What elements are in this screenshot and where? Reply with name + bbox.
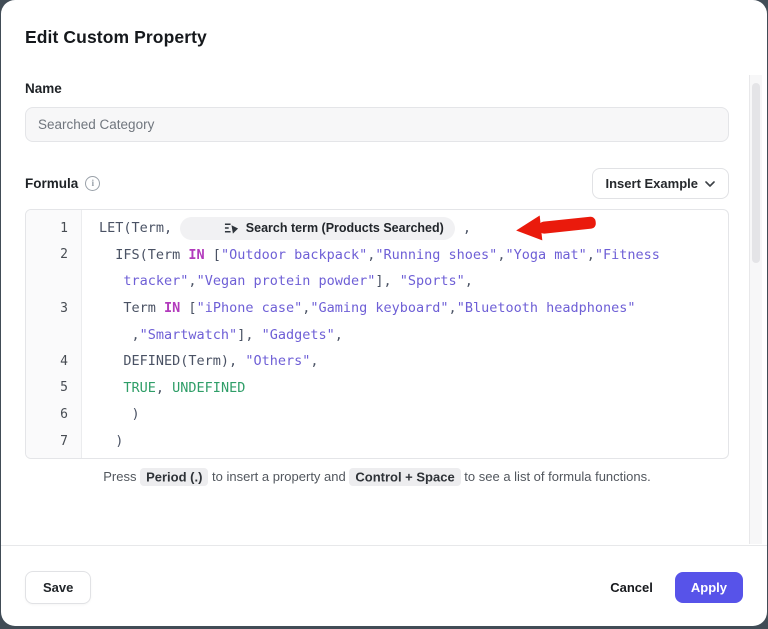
line-number: 6 — [26, 407, 82, 422]
line-number: 2 — [26, 247, 82, 262]
line-number: 7 — [26, 434, 82, 449]
cancel-button[interactable]: Cancel — [610, 580, 653, 595]
page-title: Edit Custom Property — [1, 0, 767, 48]
code-line: 2 IFS(Term IN ["Outdoor backpack","Runni… — [26, 242, 728, 269]
insert-example-button[interactable]: Insert Example — [592, 168, 730, 199]
edit-custom-property-modal: Edit Custom Property Name Formula i Inse… — [1, 0, 767, 626]
property-token-label: Search term (Products Searched) — [246, 221, 444, 235]
line-number: 1 — [26, 221, 82, 236]
formula-editor[interactable]: 1LET(Term, Search term (Products Searche… — [25, 209, 729, 459]
scrollbar-track[interactable] — [749, 75, 762, 544]
line-number: 5 — [26, 380, 82, 395]
scrollbar-thumb[interactable] — [752, 83, 760, 263]
property-token-icon — [191, 221, 239, 235]
insert-example-label: Insert Example — [606, 176, 699, 191]
formula-help-text: Press Period (.) to insert a property an… — [25, 469, 729, 484]
formula-editor-rows: 1LET(Term, Search term (Products Searche… — [26, 210, 728, 459]
apply-button[interactable]: Apply — [675, 572, 743, 603]
code-line: tracker","Vegan protein powder"], "Sport… — [26, 268, 728, 295]
line-number: 3 — [26, 301, 82, 316]
code-line: 1LET(Term, Search term (Products Searche… — [26, 215, 728, 242]
formula-label: Formula — [25, 176, 78, 191]
code-line: 7 ) — [26, 428, 728, 455]
modal-footer: Save Cancel Apply — [25, 571, 743, 604]
info-circle-icon[interactable]: i — [85, 176, 100, 191]
code-line: ,"Smartwatch"], "Gadgets", — [26, 321, 728, 348]
property-token[interactable]: Search term (Products Searched) — [180, 217, 455, 240]
code-line: 5 TRUE, UNDEFINED — [26, 375, 728, 402]
help-text-fragment: Press — [103, 469, 140, 484]
footer-divider — [1, 545, 767, 546]
name-label: Name — [25, 81, 727, 96]
code-line: 6 ) — [26, 401, 728, 428]
line-number: 4 — [26, 354, 82, 369]
keyboard-shortcut-chip: Period (.) — [140, 468, 208, 486]
name-input[interactable] — [25, 107, 729, 142]
chevron-down-icon — [705, 181, 715, 187]
help-text-fragment: to see a list of formula functions. — [461, 469, 651, 484]
code-line: 3 Term IN ["iPhone case","Gaming keyboar… — [26, 295, 728, 322]
keyboard-shortcut-chip: Control + Space — [349, 468, 460, 486]
save-button[interactable]: Save — [25, 571, 91, 604]
help-text-fragment: to insert a property and — [208, 469, 349, 484]
code-line: 4 DEFINED(Term), "Others", — [26, 348, 728, 375]
